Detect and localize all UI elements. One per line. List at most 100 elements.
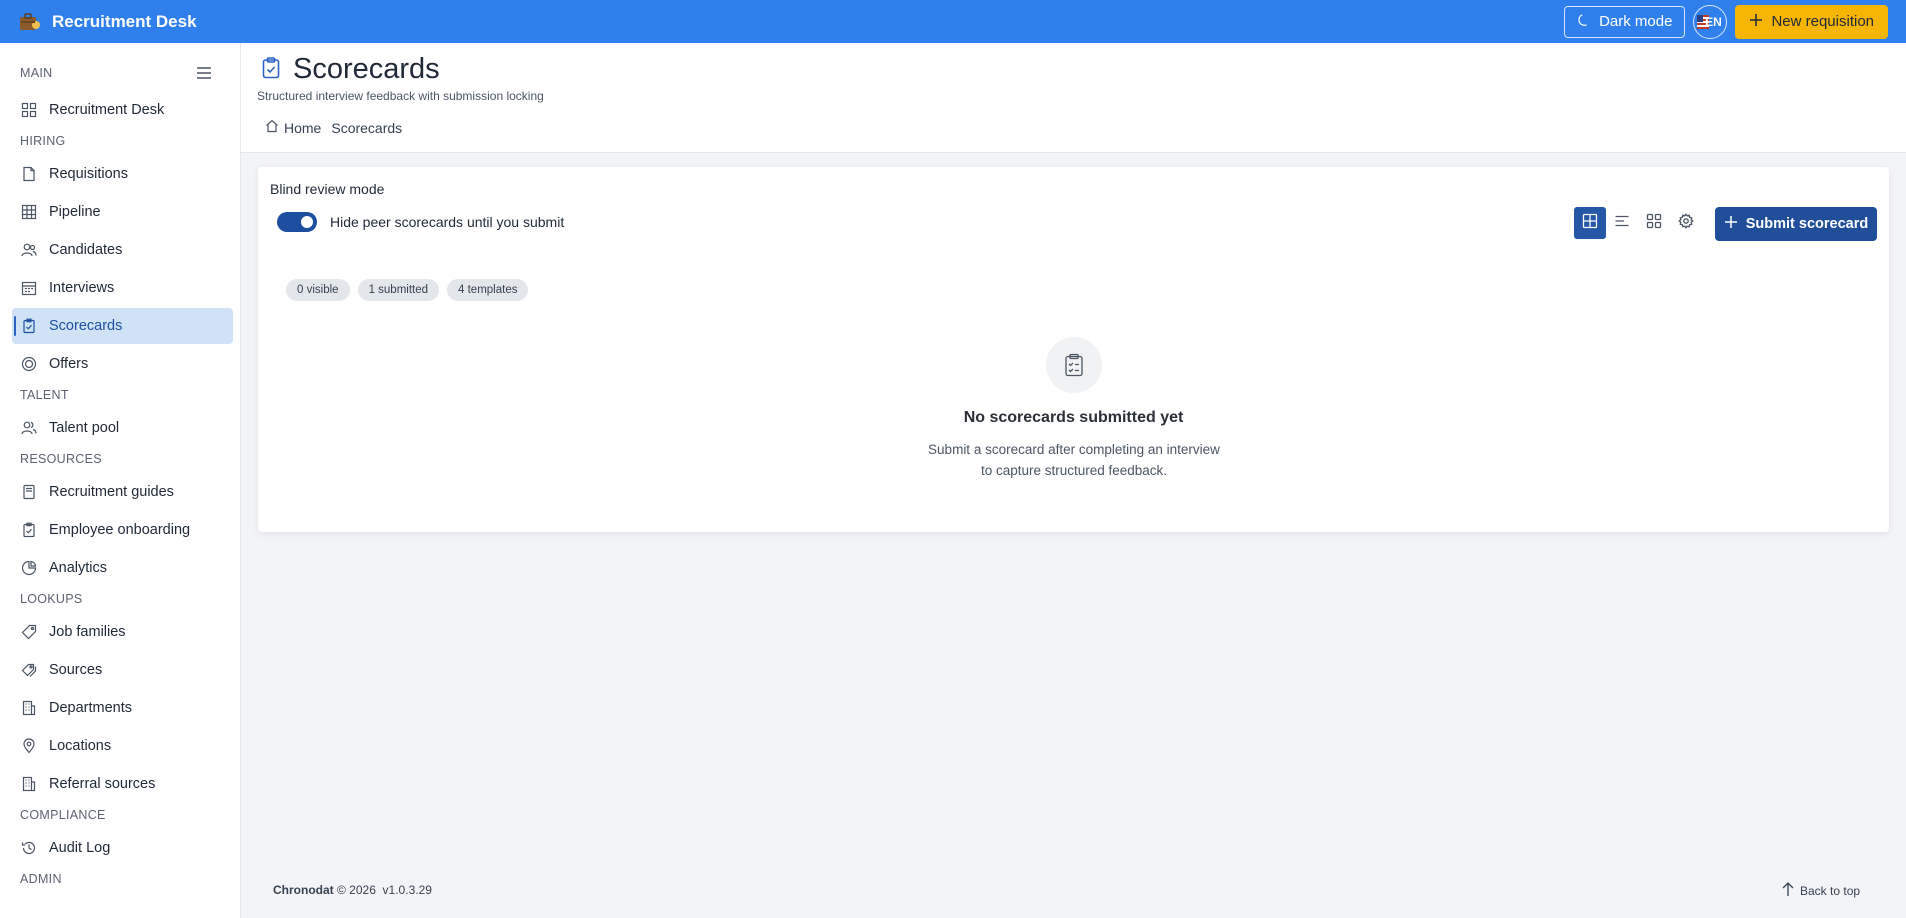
sidebar-item-talent-pool[interactable]: Talent pool [12,410,233,446]
sidebar-item-label: Audit Log [49,840,111,856]
sidebar-item-label: Employee onboarding [49,522,191,538]
sidebar-section-lookups: LOOKUPS [20,592,83,606]
sidebar-section-talent: TALENT [20,388,69,402]
sidebar-item-label: Recruitment Desk [49,102,165,118]
sidebar-item-audit-log[interactable]: Audit Log [12,830,233,866]
sidebar-item-label: Interviews [49,280,115,296]
back-to-top-label: Back to top [1800,883,1861,898]
sidebar-item-locations[interactable]: Locations [12,728,233,764]
dark-mode-button[interactable]: Dark mode [1564,5,1686,38]
sidebar-section-compliance: COMPLIANCE [20,808,106,822]
plus-icon [1724,215,1738,233]
footer-version: v1.0.3.29 [382,883,432,897]
list-view-button[interactable] [1606,207,1638,239]
sidebar-item-pipeline[interactable]: Pipeline [12,194,233,230]
clipboard-check-icon [262,57,280,79]
breadcrumb-current: Scorecards [331,119,403,136]
sidebar-item-scorecards[interactable]: Scorecards [12,308,233,344]
breadcrumb: Home Scorecards [265,119,402,136]
plus-icon [1749,13,1763,31]
sidebar-section-resources: RESOURCES [20,452,102,466]
list-view-icon [1614,213,1630,234]
footer-brand: Chronodat [273,883,334,897]
file-icon [21,166,37,182]
clipboard-icon [21,522,37,538]
users-icon [21,242,37,258]
sidebar-item-label: Referral sources [49,776,156,792]
tags-icon [21,662,37,678]
submit-scorecard-label: Submit scorecard [1745,216,1869,232]
sidebar: MAIN Recruitment Desk HIRING Requisition… [0,43,241,918]
sidebar-item-label: Scorecards [49,318,123,334]
footer-copyright: © 2026 [337,883,376,897]
empty-state-title: No scorecards submitted yet [963,409,1184,426]
top-bar: Recruitment Desk Dark mode EN New requis… [0,0,1906,43]
tag-icon [21,624,37,640]
new-requisition-label: New requisition [1771,13,1874,30]
grid-view-icon [1646,213,1662,234]
sidebar-item-departments[interactable]: Departments [12,690,233,726]
sidebar-item-label: Requisitions [49,166,128,182]
sidebar-section-hiring: HIRING [20,134,66,148]
scorecards-card: Blind review mode Hide peer scorecards u… [258,167,1889,532]
sidebar-item-label: Candidates [49,242,123,258]
sidebar-item-requisitions[interactable]: Requisitions [12,156,233,192]
page-subtitle: Structured interview feedback with submi… [257,89,544,103]
brand[interactable]: Recruitment Desk [18,10,197,34]
sidebar-item-label: Pipeline [49,204,101,220]
building-icon [21,700,37,716]
clipboard-check-icon [21,318,37,334]
sidebar-item-recruitment-guides[interactable]: Recruitment guides [12,474,233,510]
history-icon [21,840,37,856]
chart-icon [21,560,37,576]
view-switcher [1574,207,1702,239]
sidebar-section-admin: ADMIN [20,872,62,886]
language-selector[interactable]: EN [1693,4,1728,39]
summary-chips: 0 visible 1 submitted 4 templates [286,279,529,301]
dark-mode-label: Dark mode [1599,13,1673,30]
map-pin-icon [21,738,37,754]
book-icon [21,484,37,500]
sidebar-item-sources[interactable]: Sources [12,652,233,688]
sidebar-item-recruitment-desk[interactable]: Recruitment Desk [12,92,233,128]
sidebar-item-candidates[interactable]: Candidates [12,232,233,268]
sidebar-item-label: Sources [49,662,103,678]
briefcase-logo-icon [18,10,42,34]
breadcrumb-home-label: Home [284,119,322,136]
chip-templates: 4 templates [447,279,529,301]
grid-view-button[interactable] [1638,207,1670,239]
new-requisition-button[interactable]: New requisition [1735,4,1888,39]
blind-review-label: Blind review mode [270,181,385,197]
table-view-button[interactable] [1574,207,1606,239]
chip-visible: 0 visible [286,279,350,301]
sidebar-item-employee-onboarding[interactable]: Employee onboarding [12,512,233,548]
target-icon [21,356,37,372]
sidebar-item-interviews[interactable]: Interviews [12,270,233,306]
menu-toggle-icon[interactable] [196,66,212,80]
home-icon [265,119,279,136]
back-to-top-link[interactable]: Back to top [1781,881,1860,900]
sidebar-item-offers[interactable]: Offers [12,346,233,382]
language-label: EN [1705,14,1722,29]
sidebar-item-referral-sources[interactable]: Referral sources [12,766,233,802]
page-title: Scorecards [293,53,440,85]
page-header: Scorecards Structured interview feedback… [241,43,1906,153]
settings-button[interactable] [1670,207,1702,239]
breadcrumb-home[interactable]: Home [265,119,321,136]
grid-icon [21,102,37,118]
submit-scorecard-button[interactable]: Submit scorecard [1715,207,1877,241]
calendar-icon [21,280,37,296]
table-icon [21,204,37,220]
hide-peer-toggle[interactable] [277,212,317,232]
sidebar-item-label: Job families [49,624,126,640]
empty-state-description: Submit a scorecard after completing an i… [928,442,1220,478]
sidebar-item-label: Analytics [49,560,108,576]
sidebar-item-label: Offers [49,356,89,372]
gear-icon [1678,212,1694,234]
empty-state-clipboard-icon [1046,337,1102,393]
sidebar-item-analytics[interactable]: Analytics [12,550,233,586]
building-icon [21,776,37,792]
sidebar-item-job-families[interactable]: Job families [12,614,233,650]
table-view-icon [1582,213,1598,234]
footer-info: Chronodat © 2026 v1.0.3.29 [273,883,432,897]
